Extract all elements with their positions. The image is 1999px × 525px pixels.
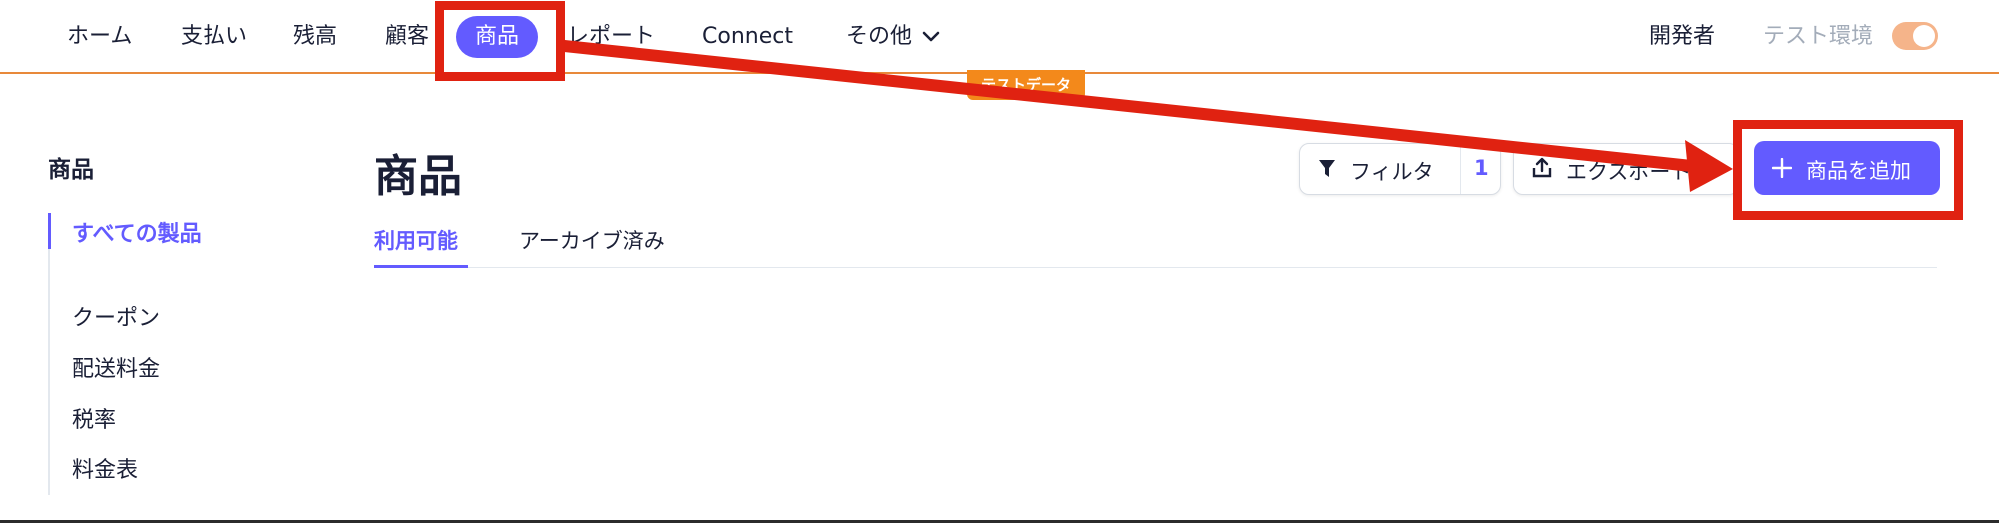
annotation-arrow bbox=[564, 40, 1733, 192]
